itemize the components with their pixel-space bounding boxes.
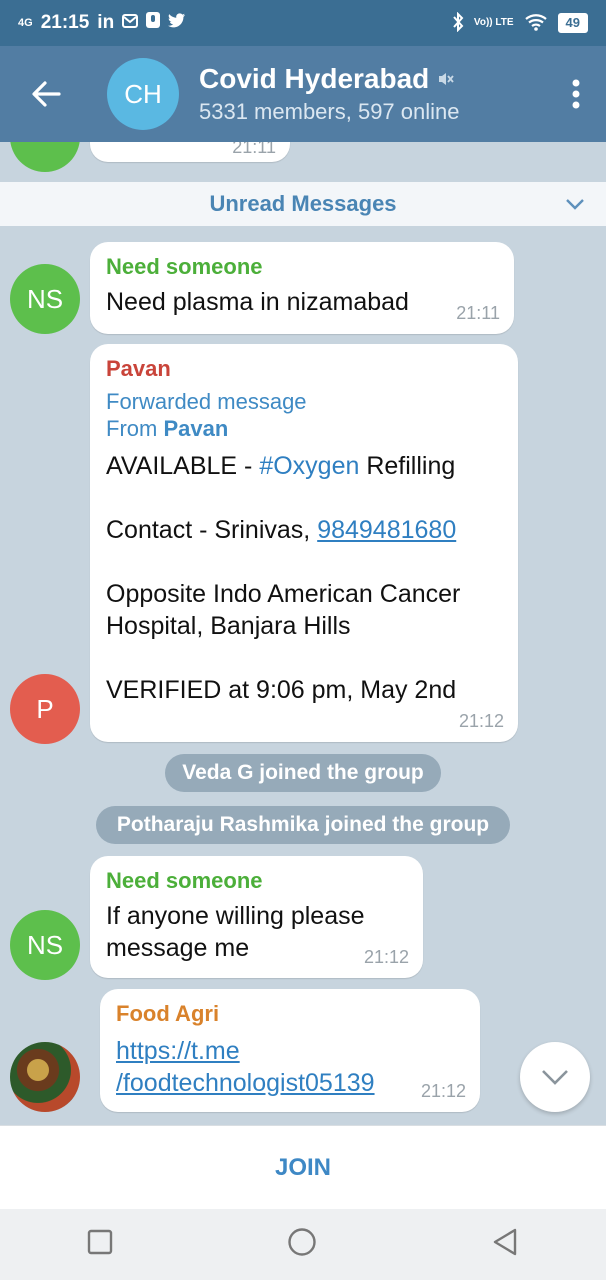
join-button[interactable]: JOIN [0, 1125, 606, 1209]
circle-icon [288, 1228, 316, 1256]
mail-icon [122, 12, 139, 34]
message-text: VERIFIED at 9:06 pm, May 2nd [106, 676, 457, 704]
food-avatar[interactable] [10, 1042, 80, 1112]
chevron-down-icon[interactable] [564, 192, 586, 220]
back-nav-button[interactable] [491, 1227, 519, 1262]
from-label: From [106, 416, 158, 441]
forwarded-label: Forwarded message [106, 389, 307, 414]
mic-icon [146, 12, 161, 34]
previous-message-bubble[interactable]: 21:11 [90, 142, 290, 162]
chat-header: CH Covid Hyderabad 5331 members, 597 onl… [0, 46, 606, 142]
back-button[interactable] [0, 46, 92, 142]
message-time: 21:12 [363, 947, 409, 967]
url-link[interactable]: https://t.me [116, 1037, 240, 1065]
chat-area[interactable]: 21:11 Unread Messages NS Need someone Ne… [0, 142, 606, 1125]
message-text: Need plasma in nizamabad [106, 288, 409, 316]
message-time: 21:11 [232, 142, 276, 157]
message-text: AVAILABLE - [106, 452, 260, 480]
group-avatar[interactable]: CH [107, 58, 179, 130]
group-title: Covid Hyderabad [199, 63, 430, 94]
message-text: Hospital, Banjara Hills [106, 612, 351, 640]
scroll-down-button[interactable] [520, 1042, 590, 1112]
phone-link[interactable]: 9849481680 [317, 516, 456, 544]
service-message: Veda G joined the group [165, 754, 441, 792]
square-icon [87, 1229, 113, 1255]
message-text: Contact - Srinivas, [106, 516, 318, 544]
chevron-down-icon [542, 1070, 568, 1085]
wifi-icon [524, 13, 548, 34]
avatar[interactable]: P [10, 674, 80, 744]
group-info[interactable]: Covid Hyderabad 5331 members, 597 online [199, 63, 460, 125]
from-name[interactable]: Pavan [163, 416, 228, 441]
twitter-icon [168, 12, 186, 34]
message-text: message me [106, 934, 250, 962]
sender-name[interactable]: Pavan [106, 356, 502, 382]
avatar[interactable]: NS [10, 264, 80, 334]
message-time: 21:12 [420, 1081, 466, 1101]
recents-button[interactable] [87, 1229, 113, 1260]
home-button[interactable] [287, 1227, 317, 1262]
message-text: Opposite Indo American Cancer [106, 580, 461, 608]
forwarded-message-bubble[interactable]: Pavan Forwarded message From Pavan AVAIL… [90, 344, 518, 742]
unread-messages-divider: Unread Messages [0, 182, 606, 226]
group-subtitle: 5331 members, 597 online [199, 99, 460, 124]
sender-name[interactable]: Need someone [106, 868, 407, 894]
unread-label: Unread Messages [209, 191, 397, 216]
battery-indicator: 49 [557, 13, 588, 33]
sender-name[interactable]: Food Agri [116, 1001, 464, 1027]
avatar[interactable] [10, 142, 80, 172]
more-options-button[interactable] [546, 46, 606, 142]
network-indicator: 4G [18, 16, 33, 29]
message-bubble[interactable]: Need someone Need plasma in nizamabad 21… [90, 242, 514, 334]
volte-indicator: Vo)) LTE [473, 17, 514, 28]
forwarded-from[interactable]: From Pavan [106, 415, 502, 442]
avatar[interactable]: NS [10, 910, 80, 980]
muted-icon [437, 63, 455, 95]
message-time: 21:11 [456, 303, 500, 323]
message-bubble[interactable]: Need someone If anyone willing please me… [90, 856, 423, 978]
system-nav-bar [0, 1209, 606, 1280]
service-message: Potharaju Rashmika joined the group [96, 806, 510, 844]
kebab-menu-icon [572, 79, 580, 109]
sender-name[interactable]: Need someone [106, 254, 498, 280]
back-arrow-icon [32, 81, 61, 107]
clock: 21:15 [40, 12, 90, 33]
hashtag-link[interactable]: #Oxygen [259, 452, 359, 480]
linkedin-icon: in [97, 12, 115, 33]
triangle-back-icon [493, 1228, 517, 1256]
status-bar: 4G 21:15 in Vo)) LTE 49 [0, 0, 606, 46]
message-text: Refilling [359, 452, 456, 480]
message-time: 21:12 [458, 711, 504, 731]
url-link[interactable]: /foodtechnologist05139 [116, 1069, 375, 1097]
link-message-bubble[interactable]: Food Agri https://t.me /foodtechnologist… [100, 989, 480, 1112]
bluetooth-icon [452, 11, 464, 35]
message-text: If anyone willing please [106, 902, 365, 930]
